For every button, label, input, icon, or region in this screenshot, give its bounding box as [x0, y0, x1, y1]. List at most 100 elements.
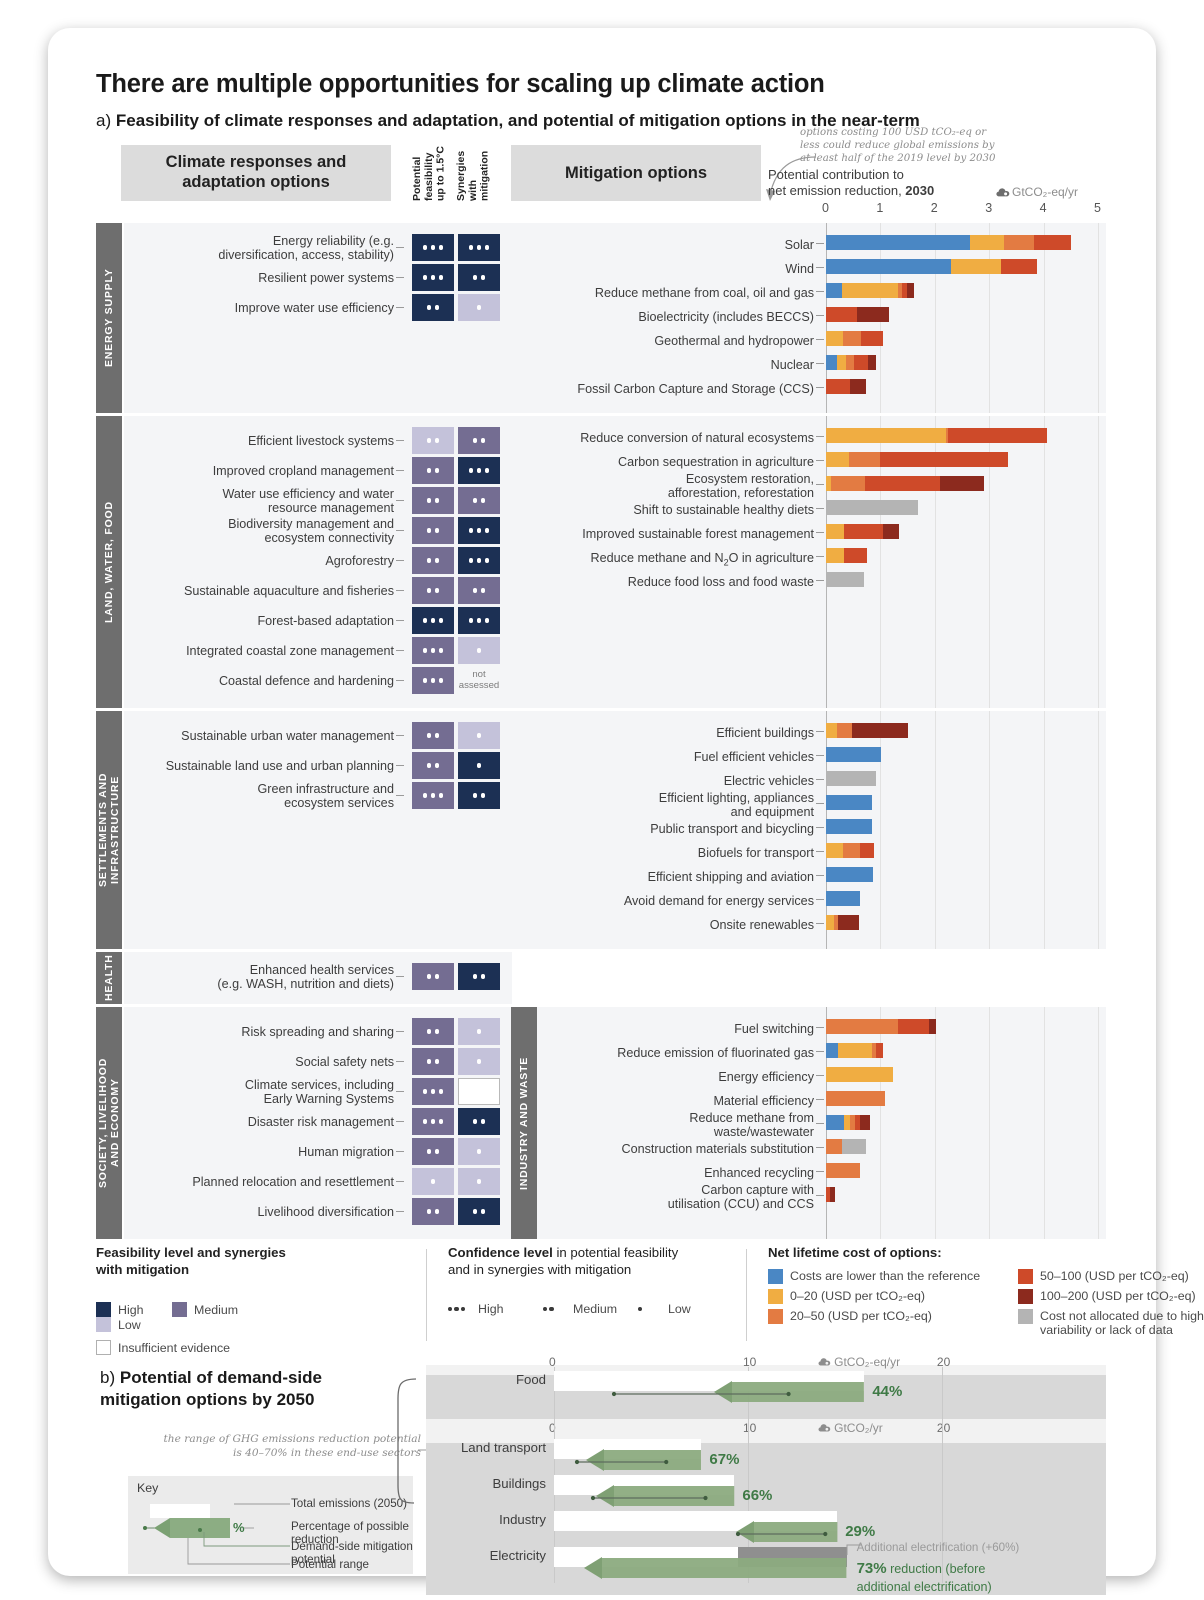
panel-b-pct-label: 44% — [872, 1383, 903, 1400]
synergy-cell[interactable] — [458, 637, 500, 664]
mitigation-label: Ecosystem restoration, afforestation, re… — [667, 472, 814, 501]
mitigation-bar[interactable] — [826, 1019, 936, 1034]
mitigation-row: Reduce methane from waste/wastewater — [96, 1111, 1106, 1139]
mitigation-bar[interactable] — [826, 891, 860, 906]
legend-cost-left: Costs are lower than the reference 0–20 (… — [768, 1269, 1018, 1329]
mitigation-bar[interactable] — [826, 819, 873, 834]
panel-b-tick-a2-20: 20 — [936, 1421, 951, 1435]
panel-b-range-whisker — [590, 1495, 708, 1501]
mitigation-bar[interactable] — [826, 259, 1038, 274]
bar-segment-50-100 — [859, 843, 875, 858]
feasibility-cell[interactable] — [412, 637, 454, 664]
label-leader-line — [816, 1171, 824, 1172]
mitigation-bar[interactable] — [826, 915, 859, 930]
confidence-dot — [473, 974, 478, 979]
mitigation-bar[interactable] — [826, 428, 1048, 443]
axis-tick-5: 5 — [1094, 201, 1101, 215]
mitigation-bar[interactable] — [826, 452, 1009, 467]
legend-feasibility-title-l1: Feasibility level and synergies — [96, 1245, 286, 1260]
bar-segment-50-100 — [1001, 259, 1038, 274]
bar-segment-20-50 — [836, 723, 853, 738]
mitigation-label: Efficient lighting, appliances and equip… — [658, 791, 814, 820]
synergy-cell[interactable] — [458, 963, 500, 990]
label-leader-line — [816, 580, 824, 581]
mitigation-bar[interactable] — [826, 1067, 893, 1082]
mitigation-bar[interactable] — [826, 843, 875, 858]
mitigation-bar[interactable] — [826, 524, 900, 539]
mitigation-row: Bioelectricity (includes BECCS) — [96, 306, 1106, 330]
mitigation-bar[interactable] — [826, 1187, 835, 1202]
panel-a-axis-ticks: 0 1 2 3 4 5 — [96, 201, 1106, 221]
mitigation-label: Reduce emission of fluorinated gas — [617, 1046, 814, 1060]
legend-dot — [448, 1306, 453, 1311]
mitigation-bar[interactable] — [826, 355, 877, 370]
mitigation-bar[interactable] — [826, 235, 1071, 250]
mitigation-label: Material efficiency — [713, 1094, 814, 1108]
mitigation-bar[interactable] — [826, 283, 914, 298]
confidence-dot — [469, 618, 474, 623]
legend-conf-label-0: High — [478, 1302, 504, 1316]
feasibility-cell[interactable] — [412, 963, 454, 990]
mitigation-bar[interactable] — [826, 1163, 860, 1178]
bar-segment-20-50 — [843, 843, 860, 858]
panel-a-letter: a) — [96, 111, 112, 130]
cloud-icon — [996, 187, 1010, 201]
feasibility-cell[interactable] — [412, 607, 454, 634]
swatch-cost-l-1 — [768, 1289, 783, 1304]
label-leader-line — [816, 803, 824, 804]
legend-confidence-title-l2: and in synergies with mitigation — [448, 1261, 632, 1277]
panel-b-key: Key % Total emissions (2050) Percentage … — [128, 1476, 413, 1574]
mitigation-row: Avoid demand for energy services — [96, 890, 1106, 914]
bar-segment-20-50 — [831, 476, 866, 491]
mitigation-row: Efficient buildings — [96, 722, 1106, 746]
panel-b-range-whisker — [736, 1531, 828, 1537]
mitigation-bar[interactable] — [826, 1115, 871, 1130]
mitigation-bar[interactable] — [826, 771, 877, 786]
mitigation-bar[interactable] — [826, 331, 884, 346]
column-header-feasibility: Potential feasibility up to 1.5°C — [411, 146, 447, 201]
mitigation-bar[interactable] — [826, 548, 868, 563]
mitigation-bar[interactable] — [826, 1043, 884, 1058]
legend-cost-item-r-0: 50–100 (USD per tCO₂-eq) — [1018, 1269, 1204, 1284]
panel-b-tick-a2-10: 10 — [742, 1421, 757, 1435]
mitigation-bar[interactable] — [826, 1091, 885, 1106]
swatch-medium — [172, 1302, 187, 1317]
mitigation-bar[interactable] — [826, 572, 865, 587]
mitigation-bar[interactable] — [826, 747, 882, 762]
feasibility-cell[interactable] — [412, 667, 454, 694]
mitigation-bar[interactable] — [826, 379, 866, 394]
bar-segment-50-100 — [948, 428, 1048, 443]
label-leader-line — [396, 976, 404, 977]
synergy-cell[interactable]: not assessed — [458, 667, 500, 694]
mitigation-bar[interactable] — [826, 500, 919, 515]
mitigation-row: Public transport and bicycling — [96, 818, 1106, 842]
confidence-dot — [423, 678, 428, 683]
mitigation-label: Reduce conversion of natural ecosystems — [580, 431, 814, 445]
mitigation-row: Geothermal and hydropower — [96, 330, 1106, 354]
mitigation-bar[interactable] — [826, 723, 909, 738]
panel-b-note: the range of GHG emissions reduction pot… — [163, 1433, 421, 1459]
mitigation-bar[interactable] — [826, 307, 889, 322]
mitigation-bar[interactable] — [826, 795, 873, 810]
bar-segment-notallocated — [826, 572, 865, 587]
legend-feasibility-title-l2: with mitigation — [96, 1261, 190, 1277]
bar-segment-50-100 — [826, 307, 857, 322]
mitigation-bar[interactable] — [826, 1139, 866, 1154]
mitigation-bar[interactable] — [826, 476, 984, 491]
legend-cost-label-l-2: 20–50 (USD per tCO₂-eq) — [790, 1309, 932, 1323]
confidence-dot — [480, 1209, 485, 1214]
label-leader-line — [816, 1099, 824, 1100]
adaptation-row: Enhanced health services (e.g. WASH, nut… — [124, 963, 512, 993]
confidence-dot — [484, 618, 489, 623]
legend-dotset-0 — [448, 1302, 478, 1316]
bar-segment-lower — [826, 819, 873, 834]
confidence-dot — [476, 648, 482, 653]
panel-b-potential-arrow[interactable] — [584, 1557, 848, 1579]
mitigation-bar[interactable] — [826, 867, 873, 882]
synergy-cell[interactable] — [458, 607, 500, 634]
legend-feasibility-title: Feasibility level and synergies with mit… — [96, 1245, 336, 1278]
label-leader-line — [816, 899, 824, 900]
label-leader-line — [816, 363, 824, 364]
section-tab-left: HEALTH — [96, 952, 122, 1004]
panel-b-row-label: Land transport — [460, 1440, 546, 1455]
